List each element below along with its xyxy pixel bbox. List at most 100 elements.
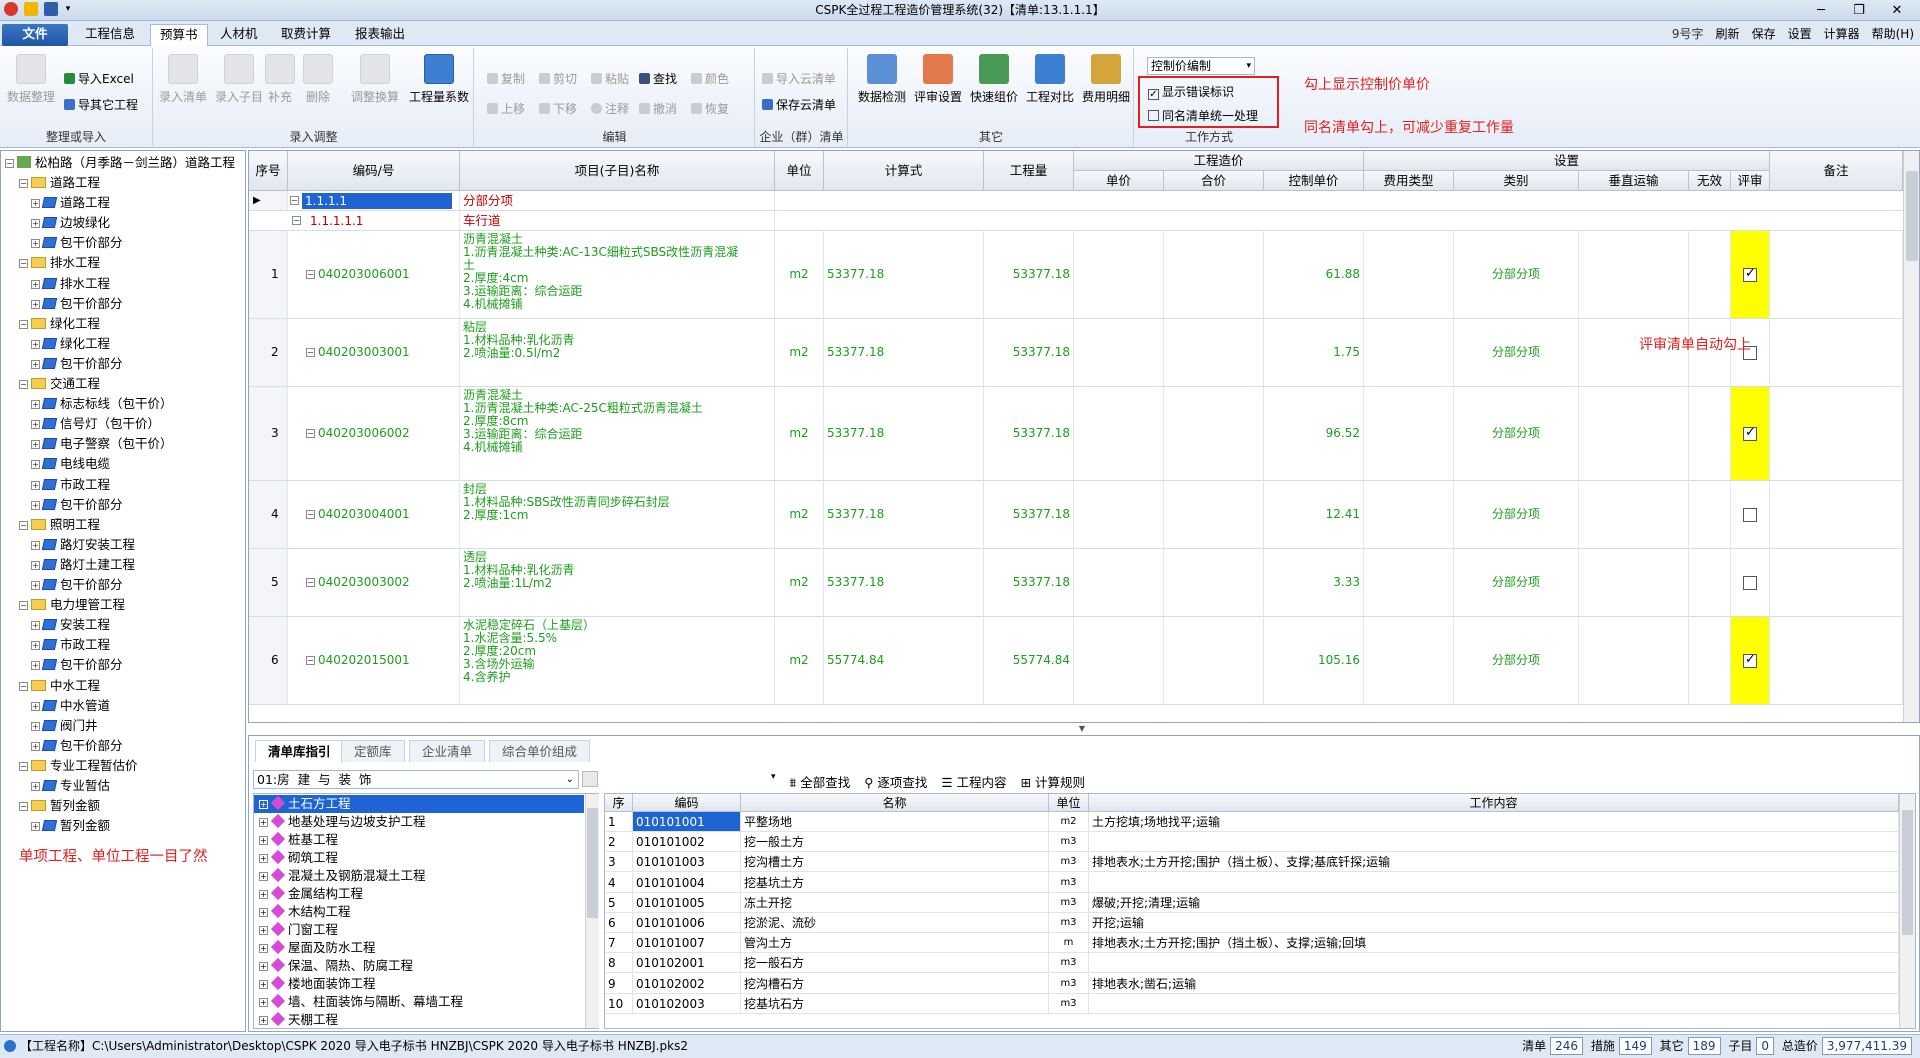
data-check-button[interactable]: 数据检测	[855, 54, 909, 105]
tab-budget[interactable]: 预算书	[150, 24, 208, 46]
expand-icon[interactable]: +	[31, 339, 40, 349]
expand-icon[interactable]: +	[259, 818, 268, 827]
refresh-button[interactable]: 刷新	[1716, 24, 1740, 44]
row-quantity[interactable]: 53377.18	[984, 319, 1074, 387]
dropdown-arrow-icon[interactable]: ▾	[64, 2, 72, 16]
expand-icon[interactable]: +	[259, 980, 268, 989]
row-review[interactable]	[1731, 617, 1770, 705]
collapse-icon[interactable]: −	[306, 656, 315, 665]
settings-button[interactable]: 设置	[1788, 24, 1812, 44]
qrow-name[interactable]: 平整场地	[741, 812, 1049, 832]
tree-unit-item[interactable]: + 包干价部分	[31, 233, 123, 253]
row-invalid[interactable]	[1689, 549, 1731, 617]
expand-icon[interactable]: +	[259, 854, 268, 863]
copy-button[interactable]: 复制	[487, 70, 525, 88]
collapse-icon[interactable]: −	[292, 216, 301, 225]
qrow-work[interactable]: 排地表水;土方开挖;围护（挡土板）、支撑;基底钎探;运输	[1089, 852, 1899, 873]
row-fee-type[interactable]	[1364, 549, 1454, 617]
qrow-code[interactable]: 010102001	[633, 953, 741, 974]
tree-unit-item[interactable]: + 边坡绿化	[31, 213, 110, 233]
row-fee-type[interactable]	[1364, 231, 1454, 319]
library-item[interactable]: + 桩基工程	[254, 831, 584, 849]
expand-icon[interactable]: +	[31, 661, 40, 671]
expand-icon[interactable]: +	[31, 701, 40, 711]
scroll-thumb[interactable]	[1902, 810, 1913, 935]
tree-unit-item[interactable]: + 电子警察（包干价）	[31, 434, 173, 454]
row-quantity[interactable]: 53377.18	[984, 387, 1074, 481]
tree-unit-item[interactable]: + 道路工程	[31, 193, 110, 213]
expand-icon[interactable]: +	[31, 480, 40, 490]
row-quantity[interactable]: 53377.18	[984, 481, 1074, 549]
delete-button[interactable]: 删除	[298, 54, 338, 105]
tree-unit-item[interactable]: + 包干价部分	[31, 354, 123, 374]
tree-unit-item[interactable]: + 排水工程	[31, 274, 110, 294]
row-seq[interactable]: 4	[249, 481, 288, 549]
project-compare-button[interactable]: 工程对比	[1023, 54, 1077, 105]
row-name[interactable]: 透层 1.材料品种:乳化沥青 2.喷油量:1L/m2	[460, 549, 775, 617]
row-total[interactable]	[1164, 319, 1264, 387]
tree-folder[interactable]: − 道路工程	[19, 173, 100, 193]
tree-unit-item[interactable]: + 安装工程	[31, 615, 110, 635]
col-name[interactable]: 项目(子目)名称	[460, 151, 775, 191]
row-vertical[interactable]	[1579, 231, 1689, 319]
qrow-name[interactable]: 挖淤泥、流砂	[741, 913, 1049, 933]
row-ctrl-price[interactable]: 3.33	[1264, 549, 1364, 617]
qrow-code[interactable]: 010101002	[633, 832, 741, 853]
row-quantity[interactable]: 53377.18	[984, 549, 1074, 617]
calculator-button[interactable]: 计算器	[1824, 24, 1860, 44]
row-quantity[interactable]: 53377.18	[984, 231, 1074, 319]
row-invalid[interactable]	[1689, 387, 1731, 481]
collapse-icon[interactable]: −	[290, 196, 299, 205]
tree-folder[interactable]: − 绿化工程	[19, 314, 100, 334]
library-item[interactable]: + 混凝土及钢筋混凝土工程	[254, 867, 584, 885]
expand-icon[interactable]: +	[31, 641, 40, 651]
row-total[interactable]	[1164, 617, 1264, 705]
library-item[interactable]: + 金属结构工程	[254, 885, 584, 903]
row-vertical[interactable]	[1579, 387, 1689, 481]
col-total[interactable]: 合价	[1164, 171, 1264, 191]
expand-icon[interactable]: +	[31, 500, 40, 510]
col-quantity[interactable]: 工程量	[984, 151, 1074, 191]
library-item[interactable]: + 墙、柱面装饰与隔断、幕墙工程	[254, 993, 584, 1011]
row-seq[interactable]: 2	[249, 319, 288, 387]
col-vertical[interactable]: 垂直运输	[1579, 171, 1689, 191]
tree-unit-item[interactable]: + 电线电缆	[31, 454, 110, 474]
qrow-seq[interactable]: 8	[605, 953, 633, 974]
collapse-icon[interactable]: −	[19, 380, 28, 389]
tree-unit-item[interactable]: + 路灯安装工程	[31, 535, 135, 555]
qrow-unit[interactable]: m3	[1049, 832, 1089, 853]
expand-icon[interactable]: +	[259, 800, 268, 809]
tree-unit-item[interactable]: + 市政工程	[31, 635, 110, 655]
row-invalid[interactable]	[1689, 481, 1731, 549]
col-formula[interactable]: 计算式	[824, 151, 984, 191]
scroll-thumb[interactable]	[1906, 171, 1918, 261]
qrow-unit[interactable]: m3	[1049, 852, 1089, 873]
row-fee-type[interactable]	[1364, 481, 1454, 549]
expand-icon[interactable]: +	[31, 560, 40, 570]
row-unit-price[interactable]	[1074, 231, 1164, 319]
row-invalid[interactable]	[1689, 231, 1731, 319]
qrow-code[interactable]: 010101005	[633, 892, 741, 913]
qrow-name[interactable]: 挖基坑石方	[741, 993, 1049, 1014]
row-remark[interactable]	[1770, 231, 1903, 319]
section-name[interactable]: 分部分项	[460, 191, 775, 211]
row-seq[interactable]: 5	[249, 549, 288, 617]
find-each-button[interactable]: ⚲ 逐项查找	[864, 772, 927, 791]
qrow-unit[interactable]: m3	[1049, 872, 1089, 893]
col-unit[interactable]: 单位	[775, 151, 824, 191]
expand-icon[interactable]: +	[259, 836, 268, 845]
qrow-work[interactable]	[1089, 832, 1899, 853]
row-ctrl-price[interactable]: 96.52	[1264, 387, 1364, 481]
tab-labor-material[interactable]: 人材机	[211, 24, 267, 46]
row-vertical[interactable]	[1579, 481, 1689, 549]
qrow-seq[interactable]: 10	[605, 993, 633, 1014]
qrow-unit[interactable]: m2	[1049, 812, 1089, 832]
expand-icon[interactable]: +	[259, 890, 268, 899]
row-unit[interactable]: m2	[775, 481, 824, 549]
tree-unit-item[interactable]: + 市政工程	[31, 475, 110, 495]
tree-unit-item[interactable]: + 中水管道	[31, 696, 110, 716]
qrow-unit[interactable]: m3	[1049, 913, 1089, 933]
tab-quota-lib[interactable]: 定额库	[341, 740, 405, 762]
library-item[interactable]: + 土石方工程	[254, 795, 584, 813]
col-ctrl-price[interactable]: 控制单价	[1264, 171, 1364, 191]
